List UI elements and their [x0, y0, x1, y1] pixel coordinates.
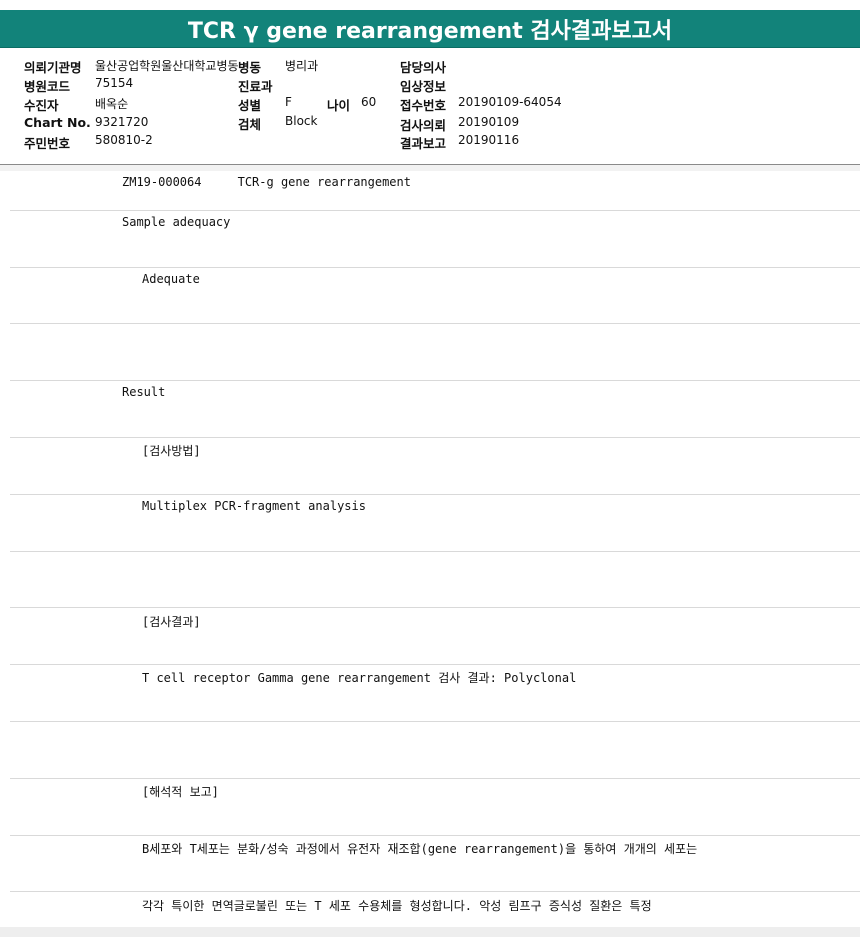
resident-id-label: 주민번호 [24, 136, 71, 151]
resident-id-value: 580810-2 [95, 133, 153, 147]
report-line: [검사결과] [10, 609, 860, 666]
report-line-text: Sample adequacy [122, 215, 231, 229]
report-line [10, 325, 860, 382]
report-line [10, 552, 860, 609]
report-line-text: Result [122, 385, 166, 400]
specimen-label: 검체 [238, 117, 262, 132]
patient-value: 배옥순 [95, 97, 129, 111]
report-line: [검사방법] [10, 438, 860, 495]
report-line: Multiplex PCR-fragment analysis [10, 495, 860, 552]
hospital-code-value: 75154 [95, 76, 134, 90]
ward-value: 병리과 [285, 59, 319, 73]
report-line-text: [해석적 보고] [142, 785, 219, 799]
report-title-bar: TCR γ gene rearrangement 검사결과보고서 [0, 10, 860, 48]
report-line: Adequate [10, 268, 860, 325]
report-line-text: B세포와 T세포는 분화/성숙 과정에서 유전자 재조합(gene rearra… [142, 841, 698, 856]
report-body: ZM19-000064 TCR-g gene rearrangement Samp… [0, 171, 860, 927]
report-line-text: Adequate [142, 271, 200, 286]
report-line: [해석적 보고] [10, 779, 860, 836]
report-line: ZM19-000064 TCR-g gene rearrangement [10, 171, 860, 211]
report-line: B세포와 T세포는 분화/성숙 과정에서 유전자 재조합(gene rearra… [10, 836, 860, 893]
bottom-scroll-area[interactable] [0, 927, 860, 937]
report-date-label: 결과보고 [400, 136, 447, 151]
patient-label: 수진자 [24, 98, 59, 113]
report-line: 각각 특이한 면역글로불린 또는 T 세포 수용체를 형성합니다. 악성 림프구… [10, 893, 860, 927]
age-value: 60 [361, 95, 377, 109]
institution-value: 울산공업학원울산대학교병동 [95, 59, 239, 73]
report-line-text: [검사결과] [142, 614, 201, 629]
report-line-text: ZM19-000064 TCR-g gene rearrangement [122, 175, 411, 189]
request-date-value: 20190109 [458, 115, 520, 129]
specimen-value: Block [285, 114, 318, 128]
receipt-number-label: 접수번호 [400, 98, 447, 113]
chart-number-label: Chart No. [24, 115, 91, 130]
hospital-code-label: 병원코드 [24, 79, 71, 94]
ward-label: 병동 [238, 60, 262, 75]
report-line-text: 각각 특이한 면역글로불린 또는 T 세포 수용체를 형성합니다. 악성 림프구… [142, 898, 652, 913]
department-label: 진료과 [238, 79, 273, 94]
report-title: TCR γ gene rearrangement 검사결과보고서 [187, 18, 673, 44]
report-line: Sample adequacy [10, 211, 860, 268]
report-date-value: 20190116 [458, 133, 520, 147]
receipt-number-value: 20190109-64054 [458, 95, 562, 109]
patient-info-panel: 의뢰기관명 울산공업학원울산대학교병동 병동 병리과 담당의사 병원코드 751… [0, 47, 860, 165]
report-line-text: T cell receptor Gamma gene rearrangement… [142, 671, 577, 686]
doctor-label: 담당의사 [400, 60, 447, 75]
report-line-text: Multiplex PCR-fragment analysis [142, 499, 366, 513]
institution-label: 의뢰기관명 [24, 60, 82, 75]
report-line: Result [10, 381, 860, 438]
sex-value: F [285, 95, 292, 109]
clinical-info-label: 임상정보 [400, 79, 447, 94]
sex-label: 성별 [238, 98, 262, 113]
age-label: 나이 [327, 98, 351, 113]
request-date-label: 검사의뢰 [400, 118, 447, 133]
report-line: T cell receptor Gamma gene rearrangement… [10, 665, 860, 722]
report-line [10, 722, 860, 779]
report-line-text: [검사방법] [142, 444, 201, 459]
chart-number-value: 9321720 [95, 115, 149, 129]
